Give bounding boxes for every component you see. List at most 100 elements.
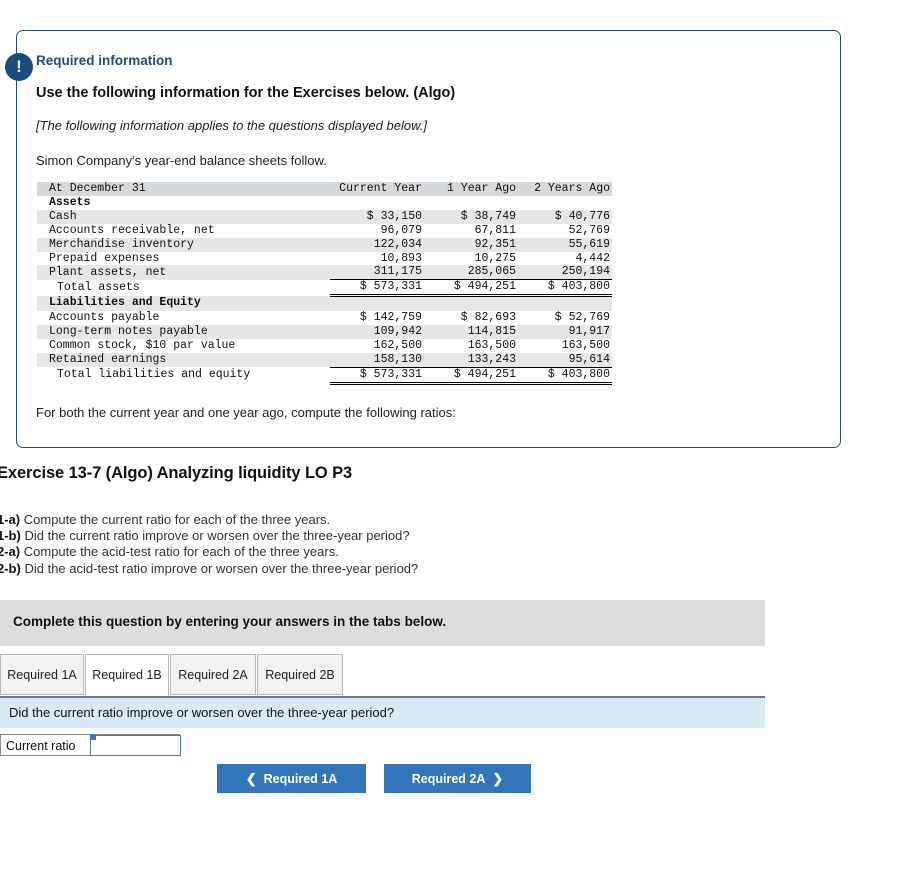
table-row: Plant assets, net 311,175 285,065 250,19… xyxy=(37,265,612,280)
next-button-label: Required 2A xyxy=(411,772,486,786)
question-prompt-text: Did the current ratio improve or worsen … xyxy=(9,705,395,720)
column-header-period: At December 31 xyxy=(37,182,330,196)
question-text: Compute the current ratio for each of th… xyxy=(23,512,331,527)
required-information-label: Required information xyxy=(36,53,173,68)
balance-sheet-body: At December 31 Current Year 1 Year Ago 2… xyxy=(37,182,612,385)
table-row: Accounts payable $ 142,759 $ 82,693 $ 52… xyxy=(37,311,612,325)
answer-row-label: Current ratio xyxy=(6,739,76,753)
row-value: $ 573,331 xyxy=(330,366,424,385)
use-following-heading: Use the following information for the Ex… xyxy=(36,85,456,101)
row-value xyxy=(518,196,612,210)
tab-bar: Required 1A Required 1B Required 2A Requ… xyxy=(0,654,765,696)
dropdown-caret-icon xyxy=(90,734,96,740)
column-header-current-year: Current Year xyxy=(330,182,424,196)
row-value: $ 573,331 xyxy=(330,279,424,298)
row-label: Long-term notes payable xyxy=(37,325,330,339)
row-value: $ 33,150 xyxy=(330,209,424,224)
row-value: $ 494,251 xyxy=(424,279,518,298)
row-value xyxy=(424,196,518,210)
row-value: 67,811 xyxy=(474,223,516,237)
question-text: Compute the acid-test ratio for each of … xyxy=(23,544,339,560)
row-label: Cash xyxy=(37,209,330,224)
next-required-2a-button[interactable]: Required 2A ❯ xyxy=(384,764,531,793)
row-value: 10,893 xyxy=(380,251,422,265)
row-value: $ 52,769 xyxy=(554,311,610,325)
company-line: Simon Company's year-end balance sheets … xyxy=(36,153,327,168)
table-row: Prepaid expenses 10,893 10,275 4,442 xyxy=(37,252,612,266)
row-label: Plant assets, net xyxy=(37,265,330,280)
row-value xyxy=(330,295,424,312)
current-ratio-select[interactable] xyxy=(90,735,181,756)
table-row: Liabilities and Equity xyxy=(37,295,612,312)
row-value: 114,815 xyxy=(424,325,518,339)
row-value: 96,079 xyxy=(380,223,422,237)
question-number: 2-a) xyxy=(0,544,21,560)
row-value: 133,243 xyxy=(424,352,518,368)
question-list: 1-a) Compute the current ratio for each … xyxy=(0,512,597,577)
list-item: 1-b) Did the current ratio improve or wo… xyxy=(0,528,597,544)
row-value: 55,619 xyxy=(518,237,612,252)
required-information-panel: ! Required information Use the following… xyxy=(5,30,841,448)
column-header-one-year-ago: 1 Year Ago xyxy=(424,182,518,196)
prev-required-1a-button[interactable]: ❮ Required 1A xyxy=(217,764,366,793)
table-row-total: Total assets $ 573,331 $ 494,251 $ 403,8… xyxy=(37,279,612,298)
row-label: Prepaid expenses xyxy=(49,251,160,265)
row-value: 52,769 xyxy=(568,223,610,237)
row-value: 92,351 xyxy=(424,237,518,252)
row-value: $ 142,759 xyxy=(359,311,422,325)
table-row: Assets xyxy=(37,196,612,210)
applies-note: [The following information applies to th… xyxy=(36,118,427,133)
question-number: 1-b) xyxy=(0,528,21,544)
row-label: Assets xyxy=(49,195,91,209)
question-text: Did the current ratio improve or worsen … xyxy=(24,528,410,544)
row-value: $ 403,800 xyxy=(518,366,612,385)
chevron-left-icon: ❮ xyxy=(245,771,257,786)
table-row: Cash $ 33,150 $ 38,749 $ 40,776 xyxy=(37,209,612,224)
page-title: Exercise 13-7 (Algo) Analyzing liquidity… xyxy=(0,464,353,482)
row-value: 95,614 xyxy=(518,352,612,368)
table-row: Merchandise inventory 122,034 92,351 55,… xyxy=(37,237,612,252)
tab-required-2a[interactable]: Required 2A xyxy=(170,654,256,695)
question-prompt-bar: Did the current ratio improve or worsen … xyxy=(0,696,765,728)
ratios-instruction: For both the current year and one year a… xyxy=(36,404,456,420)
row-value: $ 403,800 xyxy=(518,279,612,298)
chevron-right-icon: ❯ xyxy=(492,771,504,786)
row-value: 163,500 xyxy=(561,338,610,352)
question-text: Did the acid-test ratio improve or worse… xyxy=(24,560,419,576)
table-row: Common stock, $10 par value 162,500 163,… xyxy=(37,339,612,353)
balance-sheet-table: At December 31 Current Year 1 Year Ago 2… xyxy=(37,182,612,385)
row-value: $ 38,749 xyxy=(424,209,518,224)
table-row: Accounts receivable, net 96,079 67,811 5… xyxy=(37,224,612,238)
row-label: Accounts payable xyxy=(49,311,160,325)
column-header-two-years-ago: 2 Years Ago xyxy=(518,182,612,196)
row-value: 250,194 xyxy=(518,265,612,280)
row-value: $ 82,693 xyxy=(460,311,516,325)
row-label: Accounts receivable, net xyxy=(49,223,215,237)
question-number: 1-a) xyxy=(0,512,21,527)
row-label: Total liabilities and equity xyxy=(57,368,251,382)
row-label: Liabilities and Equity xyxy=(37,295,330,312)
row-label: Total assets xyxy=(57,280,140,294)
list-item: 2-b) Did the acid-test ratio improve or … xyxy=(0,561,597,577)
table-row: Retained earnings 158,130 133,243 95,614 xyxy=(37,352,612,368)
row-value: 311,175 xyxy=(330,265,424,280)
exclamation-icon: ! xyxy=(5,53,33,81)
list-item: 1-a) Compute the current ratio for each … xyxy=(0,512,597,528)
row-value: $ 494,251 xyxy=(424,366,518,385)
row-label: Retained earnings xyxy=(37,352,330,368)
required-information-content: Required information Use the following i… xyxy=(17,31,840,420)
table-header-row: At December 31 Current Year 1 Year Ago 2… xyxy=(37,182,612,196)
row-value: $ 40,776 xyxy=(518,209,612,224)
row-value: 158,130 xyxy=(330,352,424,368)
complete-question-text: Complete this question by entering your … xyxy=(13,614,447,629)
table-row: Long-term notes payable 109,942 114,815 … xyxy=(37,325,612,339)
row-label: Merchandise inventory xyxy=(37,237,330,252)
tab-required-1a[interactable]: Required 1A xyxy=(0,654,84,695)
row-value: 163,500 xyxy=(467,338,516,352)
tab-required-1b[interactable]: Required 1B xyxy=(85,654,169,696)
tab-required-2b[interactable]: Required 2B xyxy=(257,654,343,695)
table-row-total: Total liabilities and equity $ 573,331 $… xyxy=(37,366,612,385)
row-value: 285,065 xyxy=(424,265,518,280)
row-value: 122,034 xyxy=(330,237,424,252)
row-value: 4,442 xyxy=(575,251,610,265)
